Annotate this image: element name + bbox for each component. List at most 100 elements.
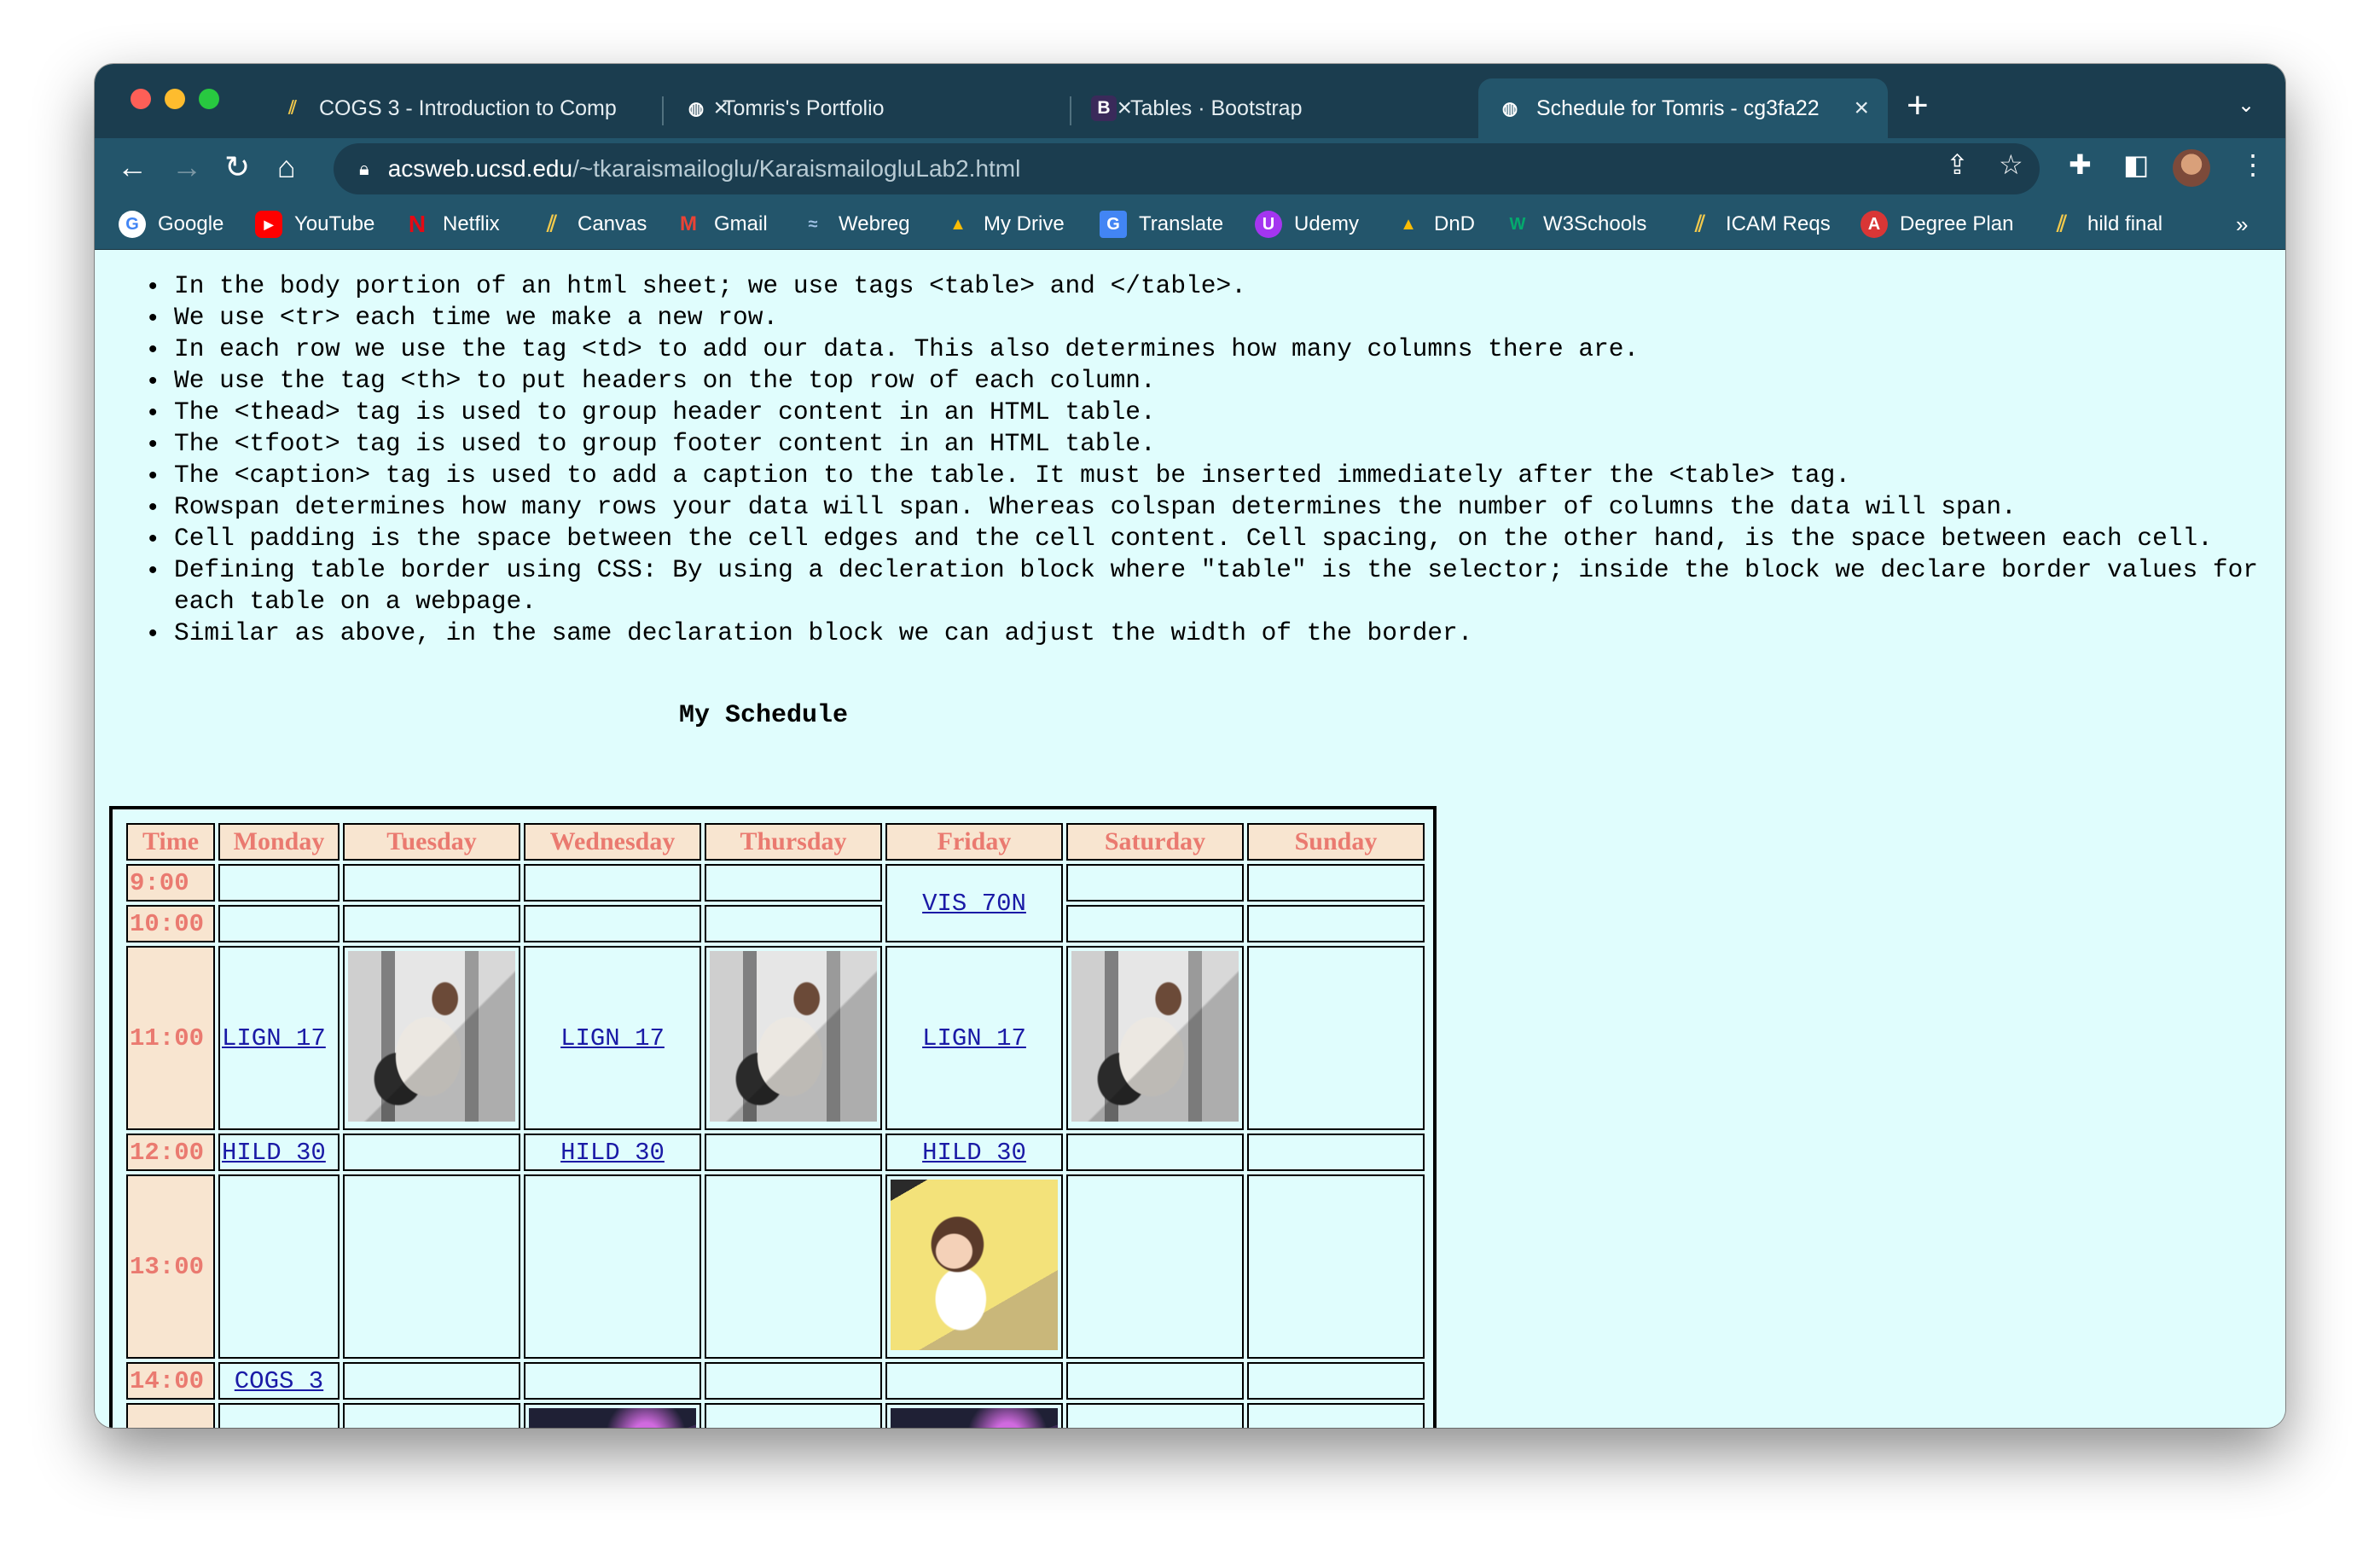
tab-search-chevron-icon[interactable]: ⌄ [2238,93,2255,118]
canvas-icon: ⫽ [288,98,297,118]
course-link-hild30[interactable]: HILD 30 [560,1139,665,1167]
table-cell [705,1362,882,1400]
google-icon: G [119,211,146,238]
home-icon[interactable]: ⌂ [277,148,296,186]
course-link-lign17[interactable]: LIGN 17 [922,1024,1026,1052]
list-item: The <caption> tag is used to add a capti… [148,460,2273,491]
bookmark-canvas[interactable]: ⫽ Canvas [538,208,647,241]
list-item: Defining table border using CSS: By usin… [148,554,2273,618]
table-cell [705,905,882,942]
bookmark-hild-final[interactable]: ⫽ hild final [2048,208,2162,241]
bookmark-dnd[interactable]: ▲ DnD [1395,208,1475,241]
digital-drawing-photo [891,1180,1058,1350]
url-path: /~tkaraismailoglu/KaraismailogluLab2.htm… [572,155,1021,182]
tab-schedule[interactable]: ◍ Schedule for Tomris - cg3fa22 × [1478,78,1888,138]
list-item: Similar as above, in the same declaratio… [148,618,2273,649]
course-link-vis70n[interactable]: VIS 70N [922,890,1026,918]
bootstrap-icon: B [1091,96,1117,121]
side-panel-icon[interactable]: ◧ [2123,148,2149,181]
table-cell [705,1403,882,1428]
bookmark-icam-reqs[interactable]: ⫽ ICAM Reqs [1686,208,1831,241]
header-friday: Friday [885,823,1063,861]
menu-kebab-icon[interactable]: ⋮ [2239,148,2267,181]
course-link-lign17[interactable]: LIGN 17 [222,1024,326,1052]
bookmark-gmail[interactable]: M Gmail [675,208,768,241]
close-window-button[interactable] [131,89,151,109]
table-cell [705,1134,882,1171]
table-cell [524,864,701,902]
degree-plan-icon: A [1860,211,1888,238]
bookmark-w3schools[interactable]: W W3Schools [1504,208,1647,241]
table-cell [343,1174,520,1359]
table-cell [705,1174,882,1359]
table-cell [1247,1134,1425,1171]
google-drive-icon: ▲ [949,214,967,234]
table-cell [1066,1134,1244,1171]
page-content: In the body portion of an html sheet; we… [95,250,2285,1428]
profile-avatar[interactable] [2173,149,2210,187]
bookmark-star-icon[interactable]: ☆ [1999,148,2023,181]
table-cell [1066,946,1244,1130]
tab-separator [662,96,664,125]
back-arrow-icon[interactable]: ← [117,148,148,186]
list-item: We use <tr> each time we make a new row. [148,302,2273,333]
bookmark-netflix[interactable]: N Netflix [403,208,500,241]
table-cell [705,864,882,902]
minimize-window-button[interactable] [165,89,185,109]
schedule-table: Time Monday Tuesday Wednesday Thursday F… [109,806,1437,1428]
header-saturday: Saturday [1066,823,1244,861]
bookmark-webreg[interactable]: ≈ Webreg [799,208,910,241]
course-link-cogs3[interactable]: COGS 3 [235,1367,323,1395]
address-bar[interactable]: 🔒︎ acsweb.ucsd.edu/~tkaraismailoglu/Kara… [334,143,2040,194]
course-link-hild30[interactable]: HILD 30 [922,1139,1026,1167]
webreg-icon: ≈ [808,214,818,234]
gmail-icon: M [680,212,697,235]
table-cell [885,1174,1063,1359]
more-bookmarks-icon[interactable]: » [2236,212,2248,238]
table-cell [1066,1174,1244,1359]
list-item: In the body portion of an html sheet; we… [148,270,2273,302]
bookmark-translate[interactable]: G Translate [1100,208,1223,241]
extensions-puzzle-icon[interactable]: ✚ [2069,148,2092,181]
list-item: In each row we use the tag <td> to add o… [148,333,2273,365]
table-cell [343,864,520,902]
globe-icon: ◍ [688,98,705,119]
google-drive-icon: ▲ [1400,214,1417,234]
table-cell [1066,1362,1244,1400]
table-cell [524,1174,701,1359]
table-cell [524,1362,701,1400]
bookmark-degree-plan[interactable]: A Degree Plan [1860,208,2013,241]
header-wednesday: Wednesday [524,823,701,861]
canvas-icon: ⫽ [1695,211,1705,236]
header-time: Time [126,823,215,861]
table-cell [1066,1403,1244,1428]
table-cell [343,1134,520,1171]
table-cell [218,1403,340,1428]
list-item: The <thead> tag is used to group header … [148,397,2273,428]
time-9: 9:00 [126,864,215,902]
course-link-hild30[interactable]: HILD 30 [222,1139,326,1167]
new-tab-button[interactable]: + [1907,87,1929,125]
table-cell: HILD 30 [524,1134,701,1171]
table-cell [524,1403,701,1428]
notes-list: In the body portion of an html sheet; we… [148,270,2273,649]
translate-icon: G [1100,211,1127,238]
bookmark-youtube[interactable]: ▶ YouTube [255,208,374,241]
close-tab-icon[interactable]: × [1854,94,1869,123]
bookmark-my-drive[interactable]: ▲ My Drive [944,208,1065,241]
table-cell [1247,1403,1425,1428]
table-cell: LIGN 17 [885,946,1063,1130]
forward-arrow-icon[interactable]: → [171,148,202,186]
bookmark-google[interactable]: G Google [119,208,223,241]
time-12: 12:00 [126,1134,215,1171]
table-cell: HILD 30 [885,1134,1063,1171]
gym-workout-photo [348,951,515,1122]
table-cell [1247,1174,1425,1359]
maximize-window-button[interactable] [199,89,219,109]
course-link-lign17[interactable]: LIGN 17 [560,1024,665,1052]
time-14: 14:00 [126,1362,215,1400]
youtube-icon: ▶ [255,211,282,238]
reload-icon[interactable]: ↻ [224,148,250,186]
share-icon[interactable]: ⇪ [1946,148,1969,181]
bookmark-udemy[interactable]: U Udemy [1255,208,1359,241]
